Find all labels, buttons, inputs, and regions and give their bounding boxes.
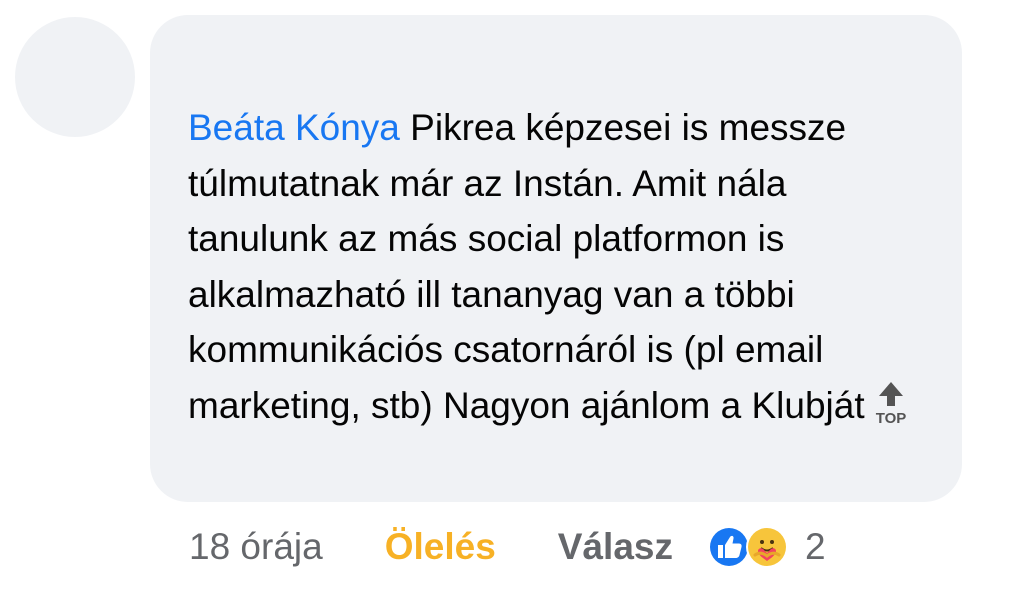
- avatar[interactable]: [15, 17, 135, 137]
- reactions-summary[interactable]: 2: [707, 525, 826, 569]
- reaction-count: 2: [805, 526, 826, 567]
- comment-text: Pikrea képzesei is messze túlmutatnak má…: [188, 107, 865, 426]
- top-emoji-label: TOP: [875, 410, 906, 426]
- comment-actions: 18 órája Ölelés Válasz 2: [189, 522, 826, 572]
- reaction-button[interactable]: Ölelés: [385, 526, 496, 568]
- comment-body: Beáta Kónya Pikrea képzesei is messze tú…: [188, 100, 926, 433]
- comment-bubble: Beáta Kónya Pikrea képzesei is messze tú…: [150, 15, 962, 502]
- reply-button[interactable]: Válasz: [558, 526, 673, 568]
- top-arrow-icon: TOP: [875, 381, 906, 426]
- author-name-link[interactable]: Beáta Kónya: [188, 107, 400, 148]
- care-icon: [746, 526, 788, 568]
- comment-container: Beáta Kónya Pikrea képzesei is messze tú…: [0, 0, 1028, 595]
- timestamp-link[interactable]: 18 órája: [189, 526, 323, 568]
